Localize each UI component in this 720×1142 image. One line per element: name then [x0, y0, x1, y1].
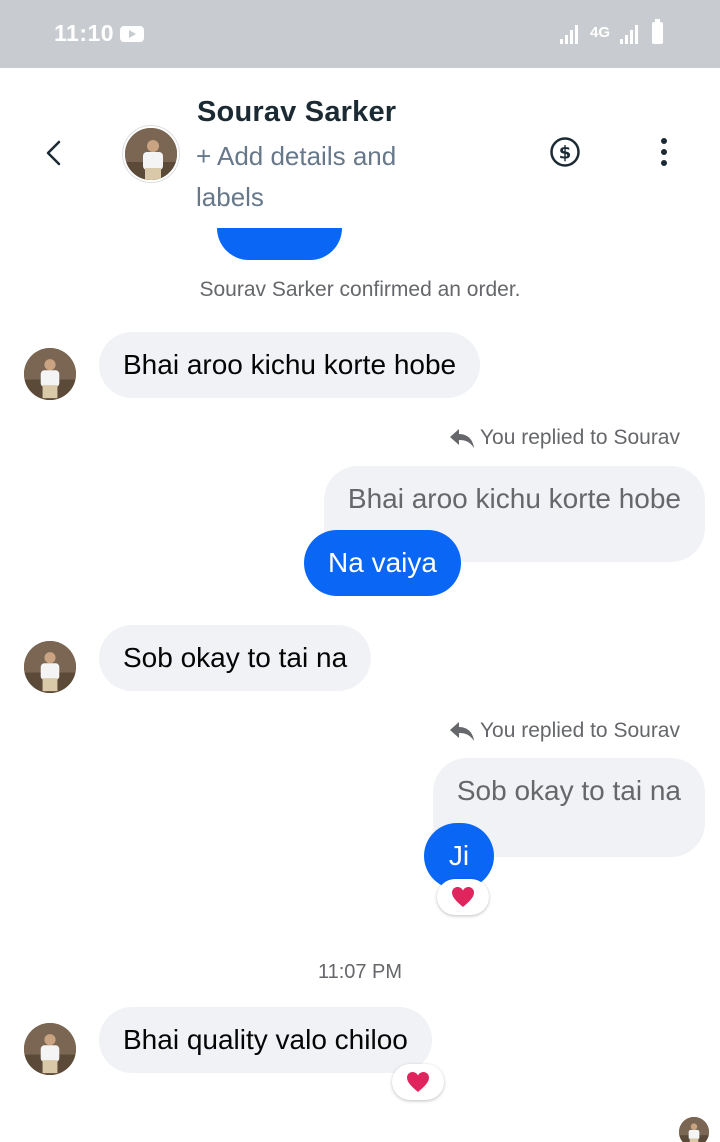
read-receipt-avatar [679, 1117, 709, 1142]
heart-icon [407, 1072, 429, 1092]
avatar[interactable] [24, 1023, 76, 1075]
status-time: 11:10 [54, 20, 115, 46]
signal-icon [620, 24, 642, 44]
svg-text:$: $ [559, 143, 572, 164]
contact-name[interactable]: Sourav Sarker [197, 96, 396, 129]
reply-arrow-icon [449, 722, 474, 741]
network-4g-icon: 4G [590, 24, 611, 41]
heart-icon [452, 887, 474, 907]
reply-note: You replied to Sourav [448, 426, 680, 450]
message-list: Sourav Sarker confirmed an order. Bhai a… [0, 228, 720, 1142]
signal-icon [560, 24, 582, 44]
more-vertical-icon[interactable] [652, 136, 676, 168]
reaction-badge[interactable] [437, 879, 489, 915]
system-message: Sourav Sarker confirmed an order. [199, 278, 521, 301]
conversation-header: Sourav Sarker + Add details and labels $ [0, 68, 720, 228]
outgoing-message[interactable]: Na vaiya [304, 530, 461, 596]
youtube-icon [120, 26, 144, 42]
reply-arrow-icon [449, 429, 474, 448]
dollar-circle-icon[interactable]: $ [549, 136, 581, 168]
reply-note-text: You replied to Sourav [479, 426, 680, 449]
reply-note-text: You replied to Sourav [479, 719, 680, 742]
avatar[interactable] [24, 641, 76, 693]
avatar[interactable] [24, 348, 76, 400]
add-details-link[interactable]: + Add details and labels [196, 136, 446, 218]
incoming-message[interactable]: Bhai quality valo chiloo [99, 1007, 432, 1073]
back-arrow-icon[interactable] [42, 138, 66, 168]
reply-note: You replied to Sourav [448, 719, 680, 743]
order-card-partial[interactable] [217, 228, 342, 260]
timestamp: 11:07 PM [317, 961, 403, 983]
incoming-message[interactable]: Bhai aroo kichu korte hobe [99, 332, 481, 398]
avatar[interactable] [123, 126, 179, 182]
battery-icon [652, 19, 663, 44]
incoming-message[interactable]: Sob okay to tai na [99, 625, 372, 691]
status-bar: 11:10 4G [0, 0, 720, 68]
reaction-badge[interactable] [392, 1064, 444, 1100]
